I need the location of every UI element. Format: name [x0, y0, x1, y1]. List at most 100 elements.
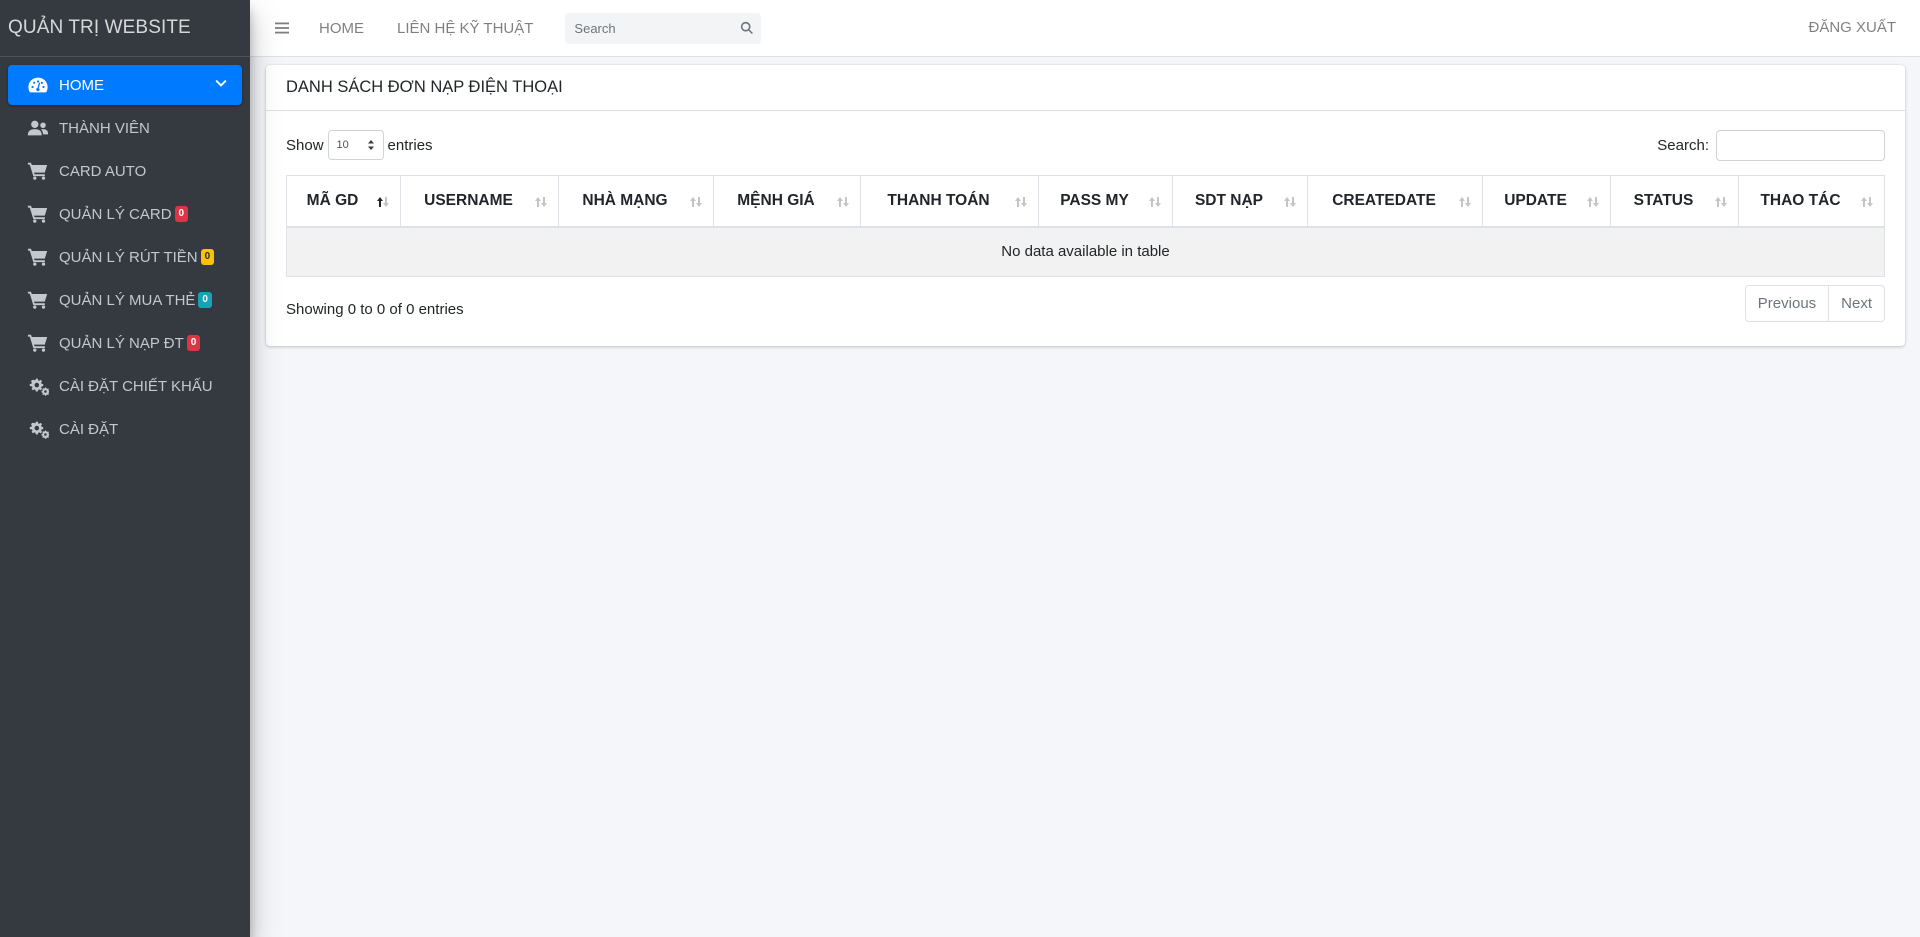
entries-select[interactable]: 10 [327, 130, 384, 160]
sort-icon [1283, 195, 1297, 209]
chevron-down-icon [214, 77, 228, 91]
column-header[interactable]: THANH TOÁN [860, 175, 1039, 228]
sort-icon [1458, 195, 1472, 209]
brand-title: QUẢN TRỊ WEBSITE [8, 17, 191, 38]
sort-icon [1586, 195, 1600, 209]
table-row: No data available in table [286, 226, 1885, 277]
sidebar-item-label: CARD AUTO [59, 162, 147, 180]
column-label: MỆNH GIÁ [737, 191, 815, 209]
sidebar-item-label: HOME [59, 76, 104, 94]
sidebar-item-label: CÀI ĐẶT [59, 420, 119, 438]
sidebar-item-manage-card[interactable]: QUẢN LÝ CARD 0 [8, 194, 242, 234]
count-badge: 0 [200, 249, 215, 265]
nav-link-home[interactable]: HOME [319, 20, 364, 37]
search-input[interactable] [565, 12, 734, 44]
sort-icon [689, 195, 703, 209]
sidebar-item-label: THÀNH VIÊN [59, 119, 150, 137]
sort-icon [1014, 195, 1028, 209]
sort-icon [1148, 195, 1162, 209]
sidebar-item-settings[interactable]: CÀI ĐẶT [8, 409, 242, 449]
column-header[interactable]: PASS MY [1038, 175, 1173, 228]
column-header[interactable]: MỆNH GIÁ [713, 175, 861, 228]
sidebar-nav: HOME THÀNH VIÊN CARD AUTO QUẢN LÝ CARD 0 [0, 57, 250, 449]
sidebar-item-manage-withdraw[interactable]: QUẢN LÝ RÚT TIỀN 0 [8, 237, 242, 277]
column-header[interactable]: SDT NẠP [1172, 175, 1308, 228]
count-badge: 0 [198, 292, 212, 308]
count-badge: 0 [174, 206, 189, 222]
card-header: DANH SÁCH ĐƠN NẠP ĐIỆN THOẠI [266, 65, 1905, 111]
cart-icon [26, 290, 50, 310]
column-label: SDT NẠP [1194, 191, 1264, 209]
empty-table-message: No data available in table [286, 226, 1885, 277]
menu-toggle-icon[interactable] [262, 8, 302, 48]
column-label: STATUS [1633, 191, 1694, 209]
search-icon[interactable] [733, 13, 761, 44]
sidebar-item-label: QUẢN LÝ RÚT TIỀN [59, 248, 198, 266]
sort-icon [1714, 195, 1728, 209]
logout-link[interactable]: ĐĂNG XUẤT [1808, 19, 1896, 36]
column-label: USERNAME [424, 191, 513, 209]
sidebar-item-home[interactable]: HOME [8, 65, 242, 105]
card-body: Show 10 entries Search: MÃ GD USERNAME N… [266, 111, 1905, 345]
column-header[interactable]: CREATEDATE [1307, 175, 1483, 228]
column-header[interactable]: USERNAME [400, 175, 559, 228]
sort-icon [836, 195, 850, 209]
sidebar-item-discount-settings[interactable]: CÀI ĐẶT CHIẾT KHẤU [8, 366, 242, 406]
table-info: Showing 0 to 0 of 0 entries [286, 301, 464, 318]
column-label: PASS MY [1060, 191, 1129, 209]
column-header[interactable]: STATUS [1610, 175, 1739, 228]
cart-icon [26, 161, 50, 181]
cart-icon [26, 204, 50, 224]
column-label: THANH TOÁN [887, 191, 990, 209]
next-button[interactable]: Next [1828, 286, 1884, 321]
sidebar-item-manage-topup[interactable]: QUẢN LÝ NẠP ĐT 0 [8, 323, 242, 363]
sidebar: QUẢN TRỊ WEBSITE HOME THÀNH VIÊN CARD AU… [0, 0, 250, 937]
brand[interactable]: QUẢN TRỊ WEBSITE [0, 0, 250, 57]
pagination: Previous Next [1744, 285, 1885, 322]
column-header[interactable]: NHÀ MẠNG [558, 175, 714, 228]
column-header[interactable]: MÃ GD [286, 175, 401, 228]
entries-length: Show 10 entries [286, 130, 433, 160]
select-arrows-icon [367, 140, 374, 150]
length-suffix: entries [387, 136, 433, 154]
column-label: THAO TÁC [1760, 191, 1841, 209]
sidebar-item-card-auto[interactable]: CARD AUTO [8, 151, 242, 191]
column-label: NHÀ MẠNG [582, 191, 668, 209]
entries-select-value: 10 [336, 139, 349, 151]
dashboard-icon [26, 75, 50, 95]
sidebar-item-label: QUẢN LÝ NẠP ĐT [59, 334, 184, 352]
users-icon [26, 118, 50, 138]
sidebar-item-manage-buy-card[interactable]: QUẢN LÝ MUA THẺ 0 [8, 280, 242, 320]
table-footer: Showing 0 to 0 of 0 entries Previous Nex… [286, 277, 1885, 345]
cogs-icon [26, 376, 50, 396]
length-prefix: Show [286, 136, 324, 154]
previous-button[interactable]: Previous [1746, 286, 1828, 321]
sidebar-item-label: QUẢN LÝ CARD [59, 205, 172, 223]
orders-table: MÃ GD USERNAME NHÀ MẠNG MỆNH GIÁ THANH T… [286, 175, 1885, 277]
column-header[interactable]: UPDATE [1482, 175, 1611, 228]
cart-icon [26, 247, 50, 267]
nav-link-contact[interactable]: LIÊN HỆ KỸ THUẬT [397, 20, 533, 37]
column-label: UPDATE [1504, 191, 1567, 209]
sidebar-item-label: CÀI ĐẶT CHIẾT KHẤU [59, 377, 213, 395]
top-navbar: HOME LIÊN HỆ KỸ THUẬT ĐĂNG XUẤT [250, 0, 1920, 57]
column-label: MÃ GD [306, 191, 359, 209]
column-label: CREATEDATE [1332, 191, 1436, 209]
sidebar-item-label: QUẢN LÝ MUA THẺ [59, 291, 196, 309]
sidebar-item-members[interactable]: THÀNH VIÊN [8, 108, 242, 148]
table-header-row: MÃ GD USERNAME NHÀ MẠNG MỆNH GIÁ THANH T… [286, 175, 1885, 228]
sort-icon [534, 195, 548, 209]
card-title: DANH SÁCH ĐƠN NẠP ĐIỆN THOẠI [286, 78, 563, 96]
cogs-icon [26, 419, 50, 439]
filter-label: Search: [1657, 137, 1709, 154]
topup-orders-card: DANH SÁCH ĐƠN NẠP ĐIỆN THOẠI Show 10 ent… [266, 65, 1905, 346]
table-filter: Search: [1657, 130, 1885, 161]
sort-asc-icon [376, 195, 390, 209]
sort-icon [1860, 195, 1874, 209]
cart-icon [26, 333, 50, 353]
column-header[interactable]: THAO TÁC [1738, 175, 1885, 228]
table-search-input[interactable] [1716, 130, 1885, 161]
table-controls: Show 10 entries Search: [286, 111, 1885, 175]
navbar-search [565, 12, 762, 44]
count-badge: 0 [186, 335, 201, 351]
